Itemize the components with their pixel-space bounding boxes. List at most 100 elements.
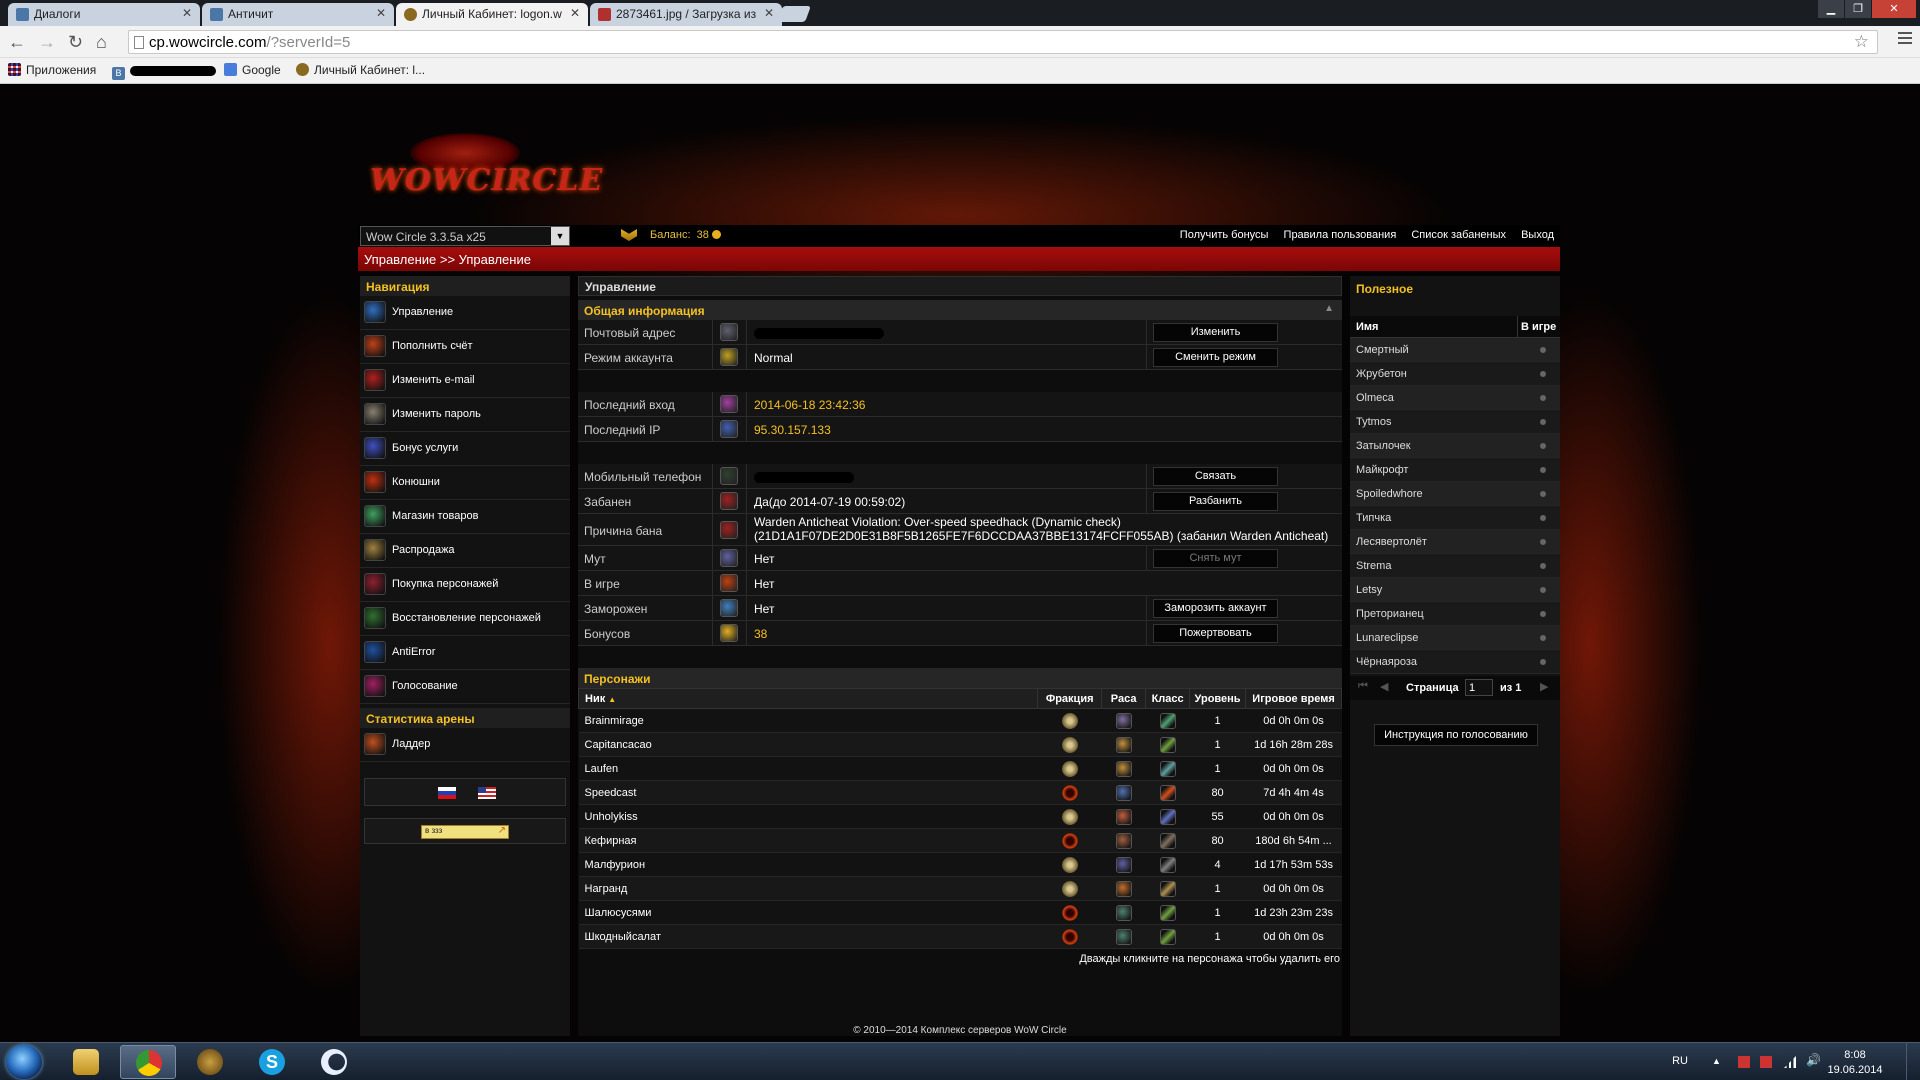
tray-alert-icon[interactable] [1760, 1056, 1772, 1068]
nav-item-10[interactable]: AntiError [360, 636, 570, 670]
character-row[interactable]: Кефирная 80 180d 6h 54m ... [578, 828, 1342, 853]
taskbar-app5[interactable] [306, 1045, 362, 1079]
taskbar-skype[interactable]: S [244, 1045, 300, 1079]
bonus-coin-button[interactable]: Пожертвовать [1153, 624, 1278, 643]
online-player-row[interactable]: Olmeca [1350, 386, 1560, 410]
bookmark-star-icon[interactable]: ☆ [1854, 32, 1869, 52]
nav-item-1[interactable]: Пополнить счёт [360, 330, 570, 364]
browser-tab-cabinet[interactable]: Личный Кабинет: logon.w ✕ [396, 3, 588, 26]
flag-ru-icon[interactable] [438, 787, 456, 799]
vote-instructions-button[interactable]: Инструкция по голосованию [1374, 724, 1538, 746]
banned-button[interactable]: Разбанить [1153, 492, 1278, 511]
terms-link[interactable]: Правила пользования [1284, 229, 1397, 241]
nav-item-5[interactable]: Конюшни [360, 466, 570, 500]
show-desktop-button[interactable] [1906, 1043, 1920, 1080]
character-row[interactable]: Brainmirage 1 0d 0h 0m 0s [578, 708, 1342, 733]
account-mode-star-button[interactable]: Сменить режим [1153, 348, 1278, 367]
nav-item-4[interactable]: Бонус услуги [360, 432, 570, 466]
bookmark-google[interactable]: Google [224, 63, 281, 77]
banned-list-link[interactable]: Список забаненых [1411, 229, 1506, 241]
address-bar[interactable]: cp.wowcircle.com/?serverId=5 ☆ [128, 30, 1878, 54]
character-row[interactable]: Capitancacao 1 1d 16h 28m 28s [578, 732, 1342, 757]
nav-item-3[interactable]: Изменить пароль [360, 398, 570, 432]
tab-close-icon[interactable]: ✕ [764, 6, 774, 20]
nav-item-8[interactable]: Покупка персонажей [360, 568, 570, 602]
taskbar-explorer[interactable] [58, 1045, 114, 1079]
online-player-row[interactable]: Жрубетон [1350, 362, 1560, 386]
character-row[interactable]: Награнд 1 0d 0h 0m 0s [578, 876, 1342, 901]
arena-item-0[interactable]: Ладдер [360, 728, 570, 762]
online-player-row[interactable]: Lunareclipse [1350, 626, 1560, 650]
online-player-row[interactable]: Смертный [1350, 338, 1560, 362]
col-level[interactable]: Уровень [1189, 688, 1247, 709]
character-row[interactable]: Шалюсусями 1 1d 23h 23m 23s [578, 900, 1342, 925]
nav-item-11[interactable]: Голосование [360, 670, 570, 704]
vote-banner-icon[interactable]: в ззз [421, 825, 509, 839]
tab-close-icon[interactable]: ✕ [376, 6, 386, 20]
online-player-row[interactable]: Spoiledwhore [1350, 482, 1560, 506]
nav-item-9[interactable]: Восстановление персонажей [360, 602, 570, 636]
online-player-row[interactable]: Затылочек [1350, 434, 1560, 458]
browser-tab-anticheat[interactable]: Античит ✕ [202, 3, 394, 26]
character-row[interactable]: Шкодныйсалат 1 0d 0h 0m 0s [578, 924, 1342, 949]
page-input[interactable] [1465, 679, 1493, 696]
online-player-row[interactable]: Tytmos [1350, 410, 1560, 434]
character-row[interactable]: Unholykiss 55 0d 0h 0m 0s [578, 804, 1342, 829]
nav-item-6[interactable]: Магазин товаров [360, 500, 570, 534]
volume-icon[interactable]: 🔊 [1806, 1053, 1821, 1067]
character-row[interactable]: Speedcast 80 7d 4h 4m 4s [578, 780, 1342, 805]
reload-icon[interactable]: ↻ [68, 32, 83, 52]
online-player-row[interactable]: Strema [1350, 554, 1560, 578]
tray-expand-icon[interactable]: ▲ [1712, 1056, 1724, 1068]
mobile-phone-button[interactable]: Связать [1153, 467, 1278, 486]
bookmark-cabinet[interactable]: Личный Кабинет: l... [296, 63, 425, 77]
get-bonuses-link[interactable]: Получить бонусы [1180, 229, 1269, 241]
col-playtime[interactable]: Игровое время [1245, 688, 1342, 709]
online-player-row[interactable]: Чёрнаяроза [1350, 650, 1560, 674]
flag-us-icon[interactable] [478, 787, 496, 799]
online-player-row[interactable]: Майкрофт [1350, 458, 1560, 482]
taskbar-wow[interactable] [182, 1045, 238, 1079]
next-page-icon[interactable]: ▶ [1540, 680, 1548, 693]
clock[interactable]: 8:08 19.06.2014 [1820, 1048, 1890, 1078]
start-button-icon[interactable] [6, 1045, 42, 1079]
taskbar-chrome[interactable] [120, 1045, 176, 1079]
nav-item-2[interactable]: Изменить e-mail [360, 364, 570, 398]
back-arrow-icon[interactable]: ← [8, 32, 26, 52]
nav-item-7[interactable]: Распродажа [360, 534, 570, 568]
first-page-icon[interactable]: ⏮ [1358, 680, 1368, 693]
online-player-row[interactable]: Лесявертолёт [1350, 530, 1560, 554]
col-nick[interactable]: Ник ▲ [577, 688, 1039, 709]
bookmark-apps[interactable]: Приложения [8, 63, 96, 77]
col-in-game[interactable]: В игре [1518, 316, 1560, 337]
maximize-icon[interactable]: ❐ [1845, 0, 1871, 18]
prev-page-icon[interactable]: ◀ [1380, 680, 1388, 693]
frozen-button[interactable]: Заморозить аккаунт [1153, 599, 1278, 618]
logout-link[interactable]: Выход [1521, 229, 1554, 241]
wowcircle-logo[interactable]: WOWCIRCLE [370, 133, 602, 213]
bookmark-vk[interactable]: B [112, 63, 216, 80]
online-player-row[interactable]: Letsy [1350, 578, 1560, 602]
nav-item-0[interactable]: Управление [360, 296, 570, 330]
forward-arrow-icon[interactable]: → [38, 32, 56, 52]
collapse-icon[interactable]: ▲ [1324, 303, 1334, 314]
col-class[interactable]: Класс [1145, 688, 1191, 709]
online-player-row[interactable]: Типчка [1350, 506, 1560, 530]
mute-button[interactable]: Снять мут [1153, 549, 1278, 568]
network-signal-icon[interactable] [1784, 1056, 1796, 1068]
mail-button[interactable]: Изменить [1153, 323, 1278, 342]
tab-close-icon[interactable]: ✕ [570, 6, 580, 20]
col-faction[interactable]: Фракция [1037, 688, 1103, 709]
online-player-row[interactable]: Преторианец [1350, 602, 1560, 626]
language-indicator[interactable]: RU [1672, 1055, 1688, 1067]
browser-tab-dialogs[interactable]: Диалоги ✕ [8, 3, 200, 26]
window-close-icon[interactable]: ✕ [1872, 0, 1916, 18]
home-icon[interactable]: ⌂ [96, 32, 107, 52]
tray-flag-icon[interactable] [1738, 1056, 1750, 1068]
col-race[interactable]: Раса [1101, 688, 1147, 709]
chrome-menu-icon[interactable] [1898, 32, 1912, 44]
character-row[interactable]: Малфурион 4 1d 17h 53m 53s [578, 852, 1342, 877]
minimize-icon[interactable]: ▁ [1818, 0, 1844, 18]
browser-tab-upload[interactable]: 2873461.jpg / Загрузка из ✕ [590, 3, 782, 26]
character-row[interactable]: Laufen 1 0d 0h 0m 0s [578, 756, 1342, 781]
